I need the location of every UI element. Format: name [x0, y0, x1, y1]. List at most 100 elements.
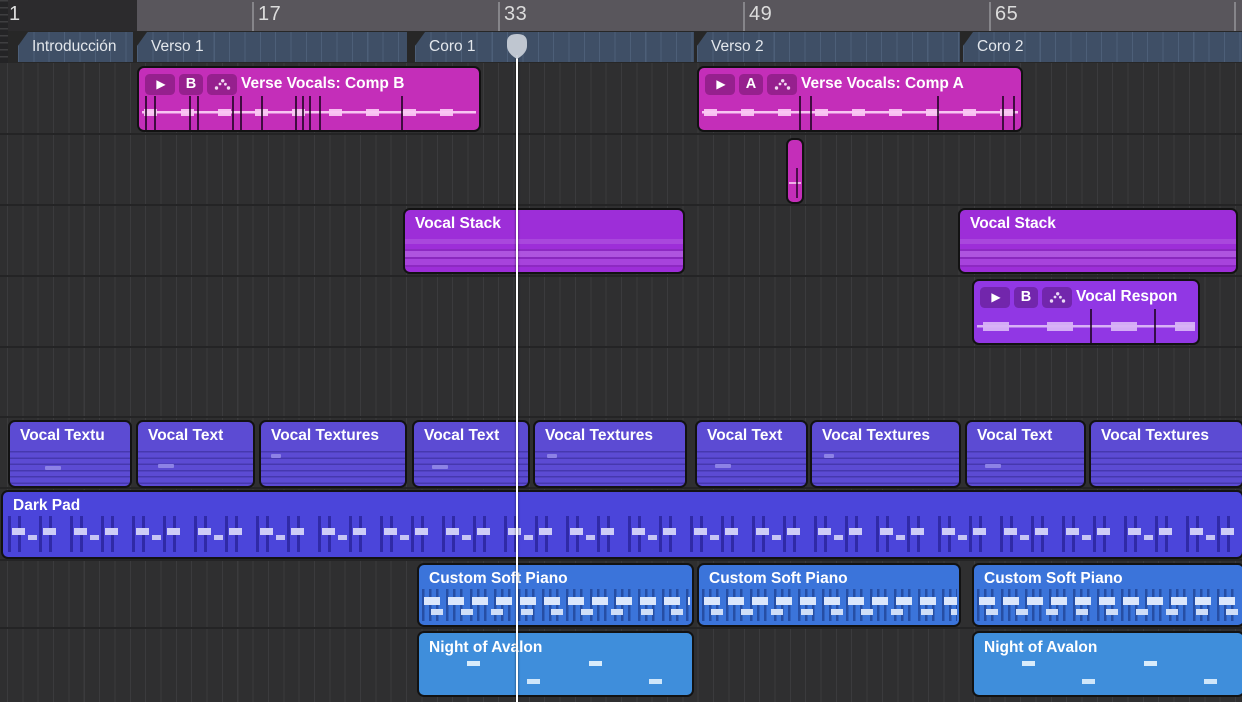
- region-vocal-stack-2[interactable]: Vocal Stack: [958, 208, 1238, 274]
- marker-verso-1[interactable]: Verso 1: [137, 32, 407, 62]
- region-vocal-stack-1[interactable]: Vocal Stack: [403, 208, 685, 274]
- midi-note-lines: [1091, 451, 1242, 486]
- flex-comp-icon[interactable]: [207, 74, 237, 95]
- ruler-bar-number: 1: [9, 3, 21, 26]
- marker-coro-2[interactable]: Coro 2: [963, 32, 1242, 62]
- region-title: Custom Soft Piano: [974, 565, 1242, 588]
- region-title: Vocal Text: [138, 422, 253, 445]
- region-vocal-textures-9[interactable]: Vocal Textures: [1089, 420, 1242, 488]
- sliver-waveform: [789, 182, 801, 184]
- region-title: Vocal Textu: [10, 422, 130, 445]
- region-title: Custom Soft Piano: [699, 565, 959, 588]
- midi-note: [715, 464, 731, 468]
- region-vocal-textures-4[interactable]: Vocal Text: [412, 420, 530, 488]
- take-play-button[interactable]: ▶: [145, 74, 175, 95]
- take-separator: [319, 96, 321, 130]
- take-letter-badge[interactable]: B: [1014, 287, 1038, 308]
- region-night-of-avalon-1[interactable]: Night of Avalon: [417, 631, 694, 697]
- ruler-tick: [498, 2, 500, 31]
- region-title: Vocal Textures: [812, 422, 959, 445]
- ruler-bar-number: 17: [258, 3, 281, 26]
- flex-dots-glyph: [214, 79, 231, 90]
- take-letter-badge[interactable]: B: [179, 74, 203, 95]
- region-verse-vocals-comp-b[interactable]: ▶ B Verse Vocals: Comp B: [137, 66, 481, 132]
- midi-note-dashes: [419, 656, 692, 692]
- arrange-window: 1 17 33 49 65 Introducción Verso 1 Coro …: [0, 0, 1242, 702]
- region-title: Vocal Respon: [1076, 288, 1177, 306]
- region-title: Dark Pad: [3, 492, 1242, 515]
- track-lane-2: [0, 135, 1242, 206]
- region-night-of-avalon-2[interactable]: Night of Avalon: [972, 631, 1242, 697]
- region-vocal-textures-8[interactable]: Vocal Text: [965, 420, 1086, 488]
- midi-note: [432, 465, 448, 469]
- region-verse-vocals-comp-a[interactable]: ▶ A Verse Vocals: Comp A: [697, 66, 1023, 132]
- playhead-line: [516, 55, 518, 702]
- ruler-bar-number: 49: [749, 3, 772, 26]
- track-lane-5: [0, 348, 1242, 418]
- marker-introduccion[interactable]: Introducción: [18, 32, 133, 62]
- take-separator: [810, 96, 812, 130]
- region-title: Vocal Stack: [405, 210, 683, 233]
- midi-note-lines: [535, 451, 685, 486]
- take-separator: [295, 96, 297, 130]
- take-separator: [1002, 96, 1004, 130]
- audio-waveform: [974, 309, 1198, 343]
- playhead-handle[interactable]: [504, 33, 530, 60]
- take-separator: [240, 96, 242, 130]
- region-vocal-textures-5[interactable]: Vocal Textures: [533, 420, 687, 488]
- bar-ruler[interactable]: 1 17 33 49 65: [0, 0, 1242, 32]
- take-separator: [189, 96, 191, 130]
- region-custom-soft-piano-2[interactable]: Custom Soft Piano: [697, 563, 961, 627]
- midi-note: [158, 464, 174, 468]
- midi-note-lines: [414, 451, 528, 486]
- midi-note-lines: [138, 451, 253, 486]
- flex-comp-icon[interactable]: [767, 74, 797, 95]
- marker-coro-1[interactable]: Coro 1: [415, 32, 694, 62]
- marker-verso-2[interactable]: Verso 2: [697, 32, 960, 62]
- region-dark-pad[interactable]: Dark Pad: [1, 490, 1242, 559]
- flex-dots-glyph: [774, 79, 791, 90]
- flex-comp-icon[interactable]: [1042, 287, 1072, 308]
- region-vocal-textures-3[interactable]: Vocal Textures: [259, 420, 407, 488]
- region-title: Vocal Text: [967, 422, 1084, 445]
- region-title: Custom Soft Piano: [419, 565, 692, 588]
- take-play-button[interactable]: ▶: [705, 74, 735, 95]
- ruler-bar-number: 65: [995, 3, 1018, 26]
- region-custom-soft-piano-3[interactable]: Custom Soft Piano: [972, 563, 1242, 627]
- region-custom-soft-piano-1[interactable]: Custom Soft Piano: [417, 563, 694, 627]
- take-separator: [154, 96, 156, 130]
- midi-note-clusters: [8, 516, 1240, 552]
- take-separator: [302, 96, 304, 130]
- region-title: Verse Vocals: Comp B: [241, 75, 404, 93]
- stack-subregion-stripes: [960, 236, 1236, 272]
- region-vocal-response[interactable]: ▶ B Vocal Respon: [972, 279, 1200, 345]
- midi-note-lines: [967, 451, 1084, 486]
- midi-note-clusters: [702, 589, 957, 621]
- ruler-tick: [989, 2, 991, 31]
- take-letter-badge[interactable]: A: [739, 74, 763, 95]
- midi-note-lines: [812, 451, 959, 486]
- region-vocal-textures-2[interactable]: Vocal Text: [136, 420, 255, 488]
- region-vocal-textures-7[interactable]: Vocal Textures: [810, 420, 961, 488]
- take-separator: [309, 96, 311, 130]
- midi-note-clusters: [977, 589, 1241, 621]
- left-edge-tick-strip: [0, 0, 8, 63]
- flex-dots-glyph: [1049, 292, 1066, 303]
- stack-subregion-stripes: [405, 236, 683, 272]
- midi-note-lines: [697, 451, 806, 486]
- midi-note-lines: [261, 451, 405, 486]
- take-play-button[interactable]: ▶: [980, 287, 1010, 308]
- take-separator: [232, 96, 234, 130]
- take-separator: [1013, 96, 1015, 130]
- take-separator: [261, 96, 263, 130]
- region-title: Vocal Textures: [1091, 422, 1242, 445]
- region-vocal-textures-6[interactable]: Vocal Text: [695, 420, 808, 488]
- ruler-tick: [1234, 2, 1236, 31]
- midi-note: [271, 454, 281, 458]
- region-title: Vocal Text: [414, 422, 528, 445]
- midi-note-dashes: [974, 656, 1242, 692]
- take-separator: [799, 96, 801, 130]
- take-separator: [197, 96, 199, 130]
- region-vocal-textures-1[interactable]: Vocal Textu: [8, 420, 132, 488]
- region-take-sliver[interactable]: [786, 138, 804, 204]
